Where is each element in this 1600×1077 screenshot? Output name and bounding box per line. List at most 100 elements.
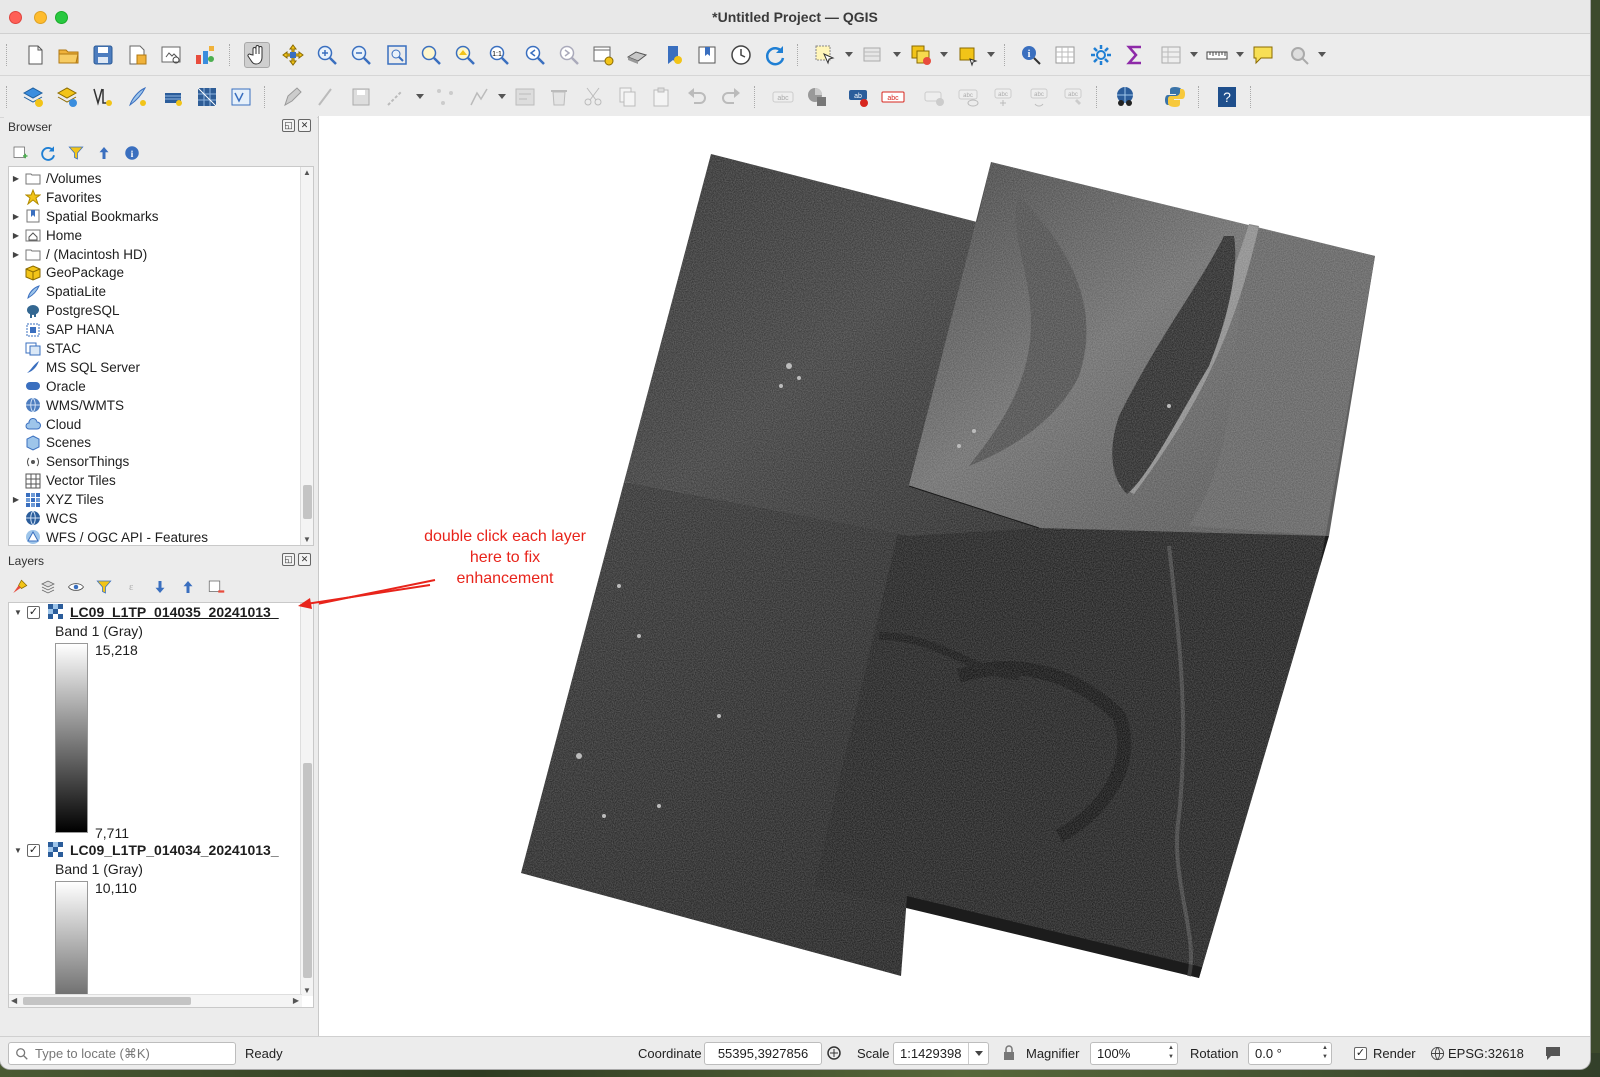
new-map-view-icon[interactable] bbox=[590, 42, 616, 68]
layer-item[interactable]: ▼ ✓ LC09_L1TP_014035_20241013_ bbox=[9, 603, 301, 623]
remove-layer-icon[interactable] bbox=[206, 577, 226, 597]
zoom-out-icon[interactable] bbox=[348, 42, 374, 68]
save-edits-icon[interactable] bbox=[348, 84, 374, 110]
add-line-dropdown[interactable] bbox=[416, 94, 424, 99]
render-checkbox[interactable]: ✓ bbox=[1354, 1047, 1367, 1060]
layers-hscroll-thumb[interactable] bbox=[23, 997, 191, 1005]
zoom-to-selection-icon[interactable] bbox=[418, 42, 444, 68]
coordinate-field[interactable]: 55395,3927856 bbox=[704, 1042, 822, 1065]
node-tool-icon[interactable] bbox=[466, 84, 492, 110]
vertex-tool-icon[interactable] bbox=[432, 84, 458, 110]
properties-info-icon[interactable]: i bbox=[122, 143, 142, 163]
browser-item[interactable]: MS SQL Server bbox=[9, 358, 299, 377]
toolbar-grip[interactable] bbox=[1250, 86, 1252, 108]
open-attribute-table-icon[interactable] bbox=[1052, 42, 1078, 68]
layers-scroll-thumb[interactable] bbox=[303, 763, 312, 978]
toolbar-grip[interactable] bbox=[1096, 86, 1098, 108]
browser-item[interactable]: Favorites bbox=[9, 188, 299, 207]
toolbar-grip[interactable] bbox=[229, 44, 231, 66]
add-mesh-icon[interactable] bbox=[194, 84, 220, 110]
layer-name[interactable]: LC09_L1TP_014035_20241013_ bbox=[70, 604, 279, 620]
browser-item[interactable]: STAC bbox=[9, 339, 299, 358]
zoom-in-icon[interactable] bbox=[314, 42, 340, 68]
collapse-all-icon[interactable] bbox=[94, 143, 114, 163]
close-panel-button[interactable]: ✕ bbox=[298, 119, 311, 132]
magnifier-spin-arrows[interactable]: ▲ ▼ bbox=[1166, 1044, 1176, 1063]
new-3d-view-icon[interactable] bbox=[624, 42, 650, 68]
rotate-label-icon[interactable]: abc bbox=[1026, 84, 1052, 110]
field-calculator-icon[interactable] bbox=[512, 84, 538, 110]
select-by-location-icon[interactable] bbox=[955, 42, 981, 68]
layers-vertical-scrollbar[interactable]: ▼ bbox=[300, 603, 313, 996]
layer-item[interactable]: ▼ ✓ LC09_L1TP_014034_20241013_ bbox=[9, 839, 301, 861]
pan-to-selection-icon[interactable] bbox=[280, 42, 306, 68]
refresh-icon[interactable] bbox=[762, 42, 788, 68]
select-features-dropdown[interactable] bbox=[845, 52, 853, 57]
browser-item[interactable]: SpatiaLite bbox=[9, 282, 299, 301]
locator-options-dropdown[interactable] bbox=[1318, 52, 1326, 57]
show-hide-labels-icon[interactable]: abc bbox=[956, 84, 982, 110]
deselect-dropdown[interactable] bbox=[940, 52, 948, 57]
browser-item[interactable]: PostgreSQL bbox=[9, 301, 299, 320]
select-location-dropdown[interactable] bbox=[987, 52, 995, 57]
zoom-native-icon[interactable]: 1:1 bbox=[486, 42, 512, 68]
print-layout-icon[interactable] bbox=[158, 42, 184, 68]
add-line-icon[interactable] bbox=[384, 84, 410, 110]
cut-features-icon[interactable] bbox=[580, 84, 606, 110]
locator-search-field[interactable]: Type to locate (⌘K) bbox=[8, 1042, 236, 1065]
browser-item[interactable]: Oracle bbox=[9, 377, 299, 396]
copy-features-icon[interactable] bbox=[614, 84, 640, 110]
browser-item[interactable]: ▶ Home bbox=[9, 226, 299, 245]
quickmapservices-icon[interactable] bbox=[1112, 84, 1138, 110]
locator-options-icon[interactable] bbox=[1286, 42, 1312, 68]
deselect-icon[interactable] bbox=[908, 42, 934, 68]
magnifier-spinbox[interactable]: 100% ▲ ▼ bbox=[1090, 1042, 1178, 1065]
undock-panel-button[interactable]: ◱ bbox=[282, 553, 295, 566]
bookmarks-icon[interactable] bbox=[694, 42, 720, 68]
close-panel-button[interactable]: ✕ bbox=[298, 553, 311, 566]
measure-icon[interactable] bbox=[1204, 42, 1230, 68]
toolbar-grip[interactable] bbox=[264, 86, 266, 108]
add-selected-layers-icon[interactable] bbox=[10, 143, 30, 163]
browser-scrollbar[interactable]: ▲ ▼ bbox=[300, 167, 313, 545]
processing-toolbox-icon[interactable] bbox=[1088, 42, 1114, 68]
undo-icon[interactable] bbox=[684, 84, 710, 110]
toggle-editing-icon[interactable] bbox=[280, 84, 306, 110]
expand-arrow-icon[interactable]: ▶ bbox=[9, 231, 23, 240]
filter-browser-icon[interactable] bbox=[66, 143, 86, 163]
python-console-icon[interactable] bbox=[1162, 84, 1188, 110]
toolbar-grip[interactable] bbox=[1198, 86, 1200, 108]
browser-item[interactable]: ▶ XYZ Tiles bbox=[9, 490, 299, 509]
toolbar-grip[interactable] bbox=[1004, 44, 1006, 66]
style-manager-icon[interactable] bbox=[192, 42, 218, 68]
expand-arrow-icon[interactable]: ▶ bbox=[9, 250, 23, 259]
zoom-to-layer-icon[interactable] bbox=[452, 42, 478, 68]
pin-labels-icon[interactable] bbox=[922, 84, 948, 110]
messages-icon[interactable] bbox=[1544, 1044, 1562, 1065]
toolbar-grip[interactable] bbox=[797, 44, 799, 66]
add-delimited-text-icon[interactable] bbox=[90, 84, 116, 110]
browser-item[interactable]: ▶ / (Macintosh HD) bbox=[9, 245, 299, 264]
move-label-icon[interactable]: abc bbox=[990, 84, 1016, 110]
paste-features-icon[interactable] bbox=[648, 84, 674, 110]
rotation-spinbox[interactable]: 0.0 ° ▲ ▼ bbox=[1248, 1042, 1332, 1065]
browser-item[interactable]: SensorThings bbox=[9, 452, 299, 471]
rotation-spin-arrows[interactable]: ▲ ▼ bbox=[1320, 1044, 1330, 1063]
add-raster-layer-icon[interactable] bbox=[20, 84, 46, 110]
manage-visibility-icon[interactable] bbox=[66, 577, 86, 597]
toggle-extents-icon[interactable] bbox=[826, 1045, 842, 1064]
add-group-icon[interactable] bbox=[38, 577, 58, 597]
scale-dropdown-arrow[interactable] bbox=[968, 1043, 988, 1064]
browser-item[interactable]: ▶ Spatial Bookmarks bbox=[9, 207, 299, 226]
attribute-table-dropdown[interactable] bbox=[1190, 52, 1198, 57]
expand-arrow-icon[interactable]: ▶ bbox=[9, 174, 23, 183]
browser-item[interactable]: ▶ /Volumes bbox=[9, 169, 299, 188]
layer-name[interactable]: LC09_L1TP_014034_20241013_ bbox=[70, 842, 279, 858]
abc-label-icon[interactable]: abc bbox=[880, 84, 906, 110]
expand-arrow-icon[interactable]: ▶ bbox=[9, 495, 23, 504]
browser-item[interactable]: GeoPackage bbox=[9, 263, 299, 282]
temporal-controller-icon[interactable] bbox=[728, 42, 754, 68]
map-tips-icon[interactable] bbox=[1250, 42, 1276, 68]
crs-globe-icon[interactable] bbox=[1430, 1046, 1445, 1064]
new-project-icon[interactable] bbox=[22, 42, 48, 68]
